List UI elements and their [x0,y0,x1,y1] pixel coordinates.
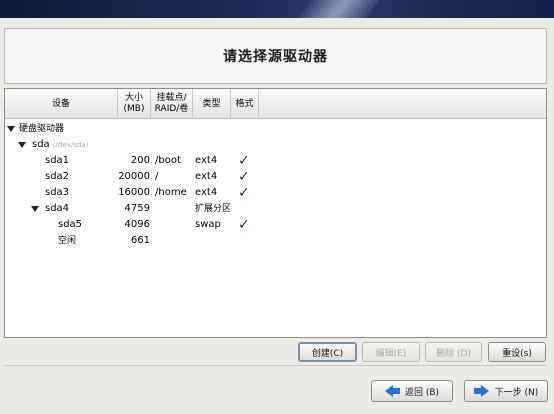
page-title: 请选择源驱动器 [223,49,328,65]
format-check-icon: ✓ [238,169,250,185]
table-row-size: 661 [130,235,150,246]
banner-streak [285,0,385,18]
top-banner [0,0,554,18]
divider [4,365,547,366]
partition-tree-view[interactable]: 设备 大小 (MB) 挂载点/ RAID/卷 类型 格式 硬盘驱动器 sda (… [4,88,547,338]
disk-path: (/dev/sda) [52,141,89,149]
table-row-device[interactable]: sda4 [45,201,69,217]
column-type[interactable]: 类型 [193,89,231,119]
table-row-size: 4759 [124,203,150,214]
table-row-type: ext4 [195,187,218,198]
table-row-device[interactable]: sda5 [58,217,82,233]
page-header: 请选择源驱动器 [4,28,547,84]
table-row-size: 20000 [118,171,150,182]
table-row-type: ext4 [195,155,218,166]
format-check-icon: ✓ [238,153,250,169]
table-row-device[interactable]: sda1 [45,153,69,169]
column-size[interactable]: 大小 (MB) [118,89,151,119]
tree-root-label[interactable]: 硬盘驱动器 [19,121,64,137]
expander-arrow-icon[interactable] [18,142,26,148]
disk-row[interactable]: sda (/dev/sda) [32,137,88,153]
table-row-mount: /home [155,187,187,198]
table-row-size: 16000 [118,187,150,198]
column-mount[interactable]: 挂载点/ RAID/卷 [151,89,193,119]
table-row-type: swap [195,219,221,230]
table-row-device[interactable]: sda3 [45,185,69,201]
expander-arrow-icon[interactable] [31,206,39,212]
table-row-size: 4096 [124,219,150,230]
column-device[interactable]: 设备 [5,89,118,119]
table-row-device[interactable]: sda2 [45,169,69,185]
format-check-icon: ✓ [238,217,250,233]
reset-button[interactable]: 重设(s) [488,342,546,362]
table-row-mount: / [155,171,159,182]
disk-name: sda [32,139,50,150]
next-button[interactable]: 下一步 (N) [464,380,548,402]
format-check-icon: ✓ [238,185,250,201]
column-header: 设备 大小 (MB) 挂载点/ RAID/卷 类型 格式 [5,89,546,119]
table-row-type: 扩展分区 [195,204,232,214]
table-row-size: 200 [130,155,150,166]
arrow-left-icon [384,385,393,397]
expander-arrow-icon[interactable] [7,126,15,132]
table-row-mount: /boot [155,155,181,166]
table-row-type: ext4 [195,171,218,182]
arrow-right-icon [480,385,489,397]
back-button[interactable]: 返回 (B) [371,380,453,402]
column-format[interactable]: 格式 [231,89,259,119]
delete-button[interactable]: 删除 (D) [425,342,482,362]
create-button[interactable]: 创建(C) [298,342,357,362]
table-row-device[interactable]: 空闲 [58,233,76,249]
edit-button[interactable]: 编辑(E) [362,342,420,362]
